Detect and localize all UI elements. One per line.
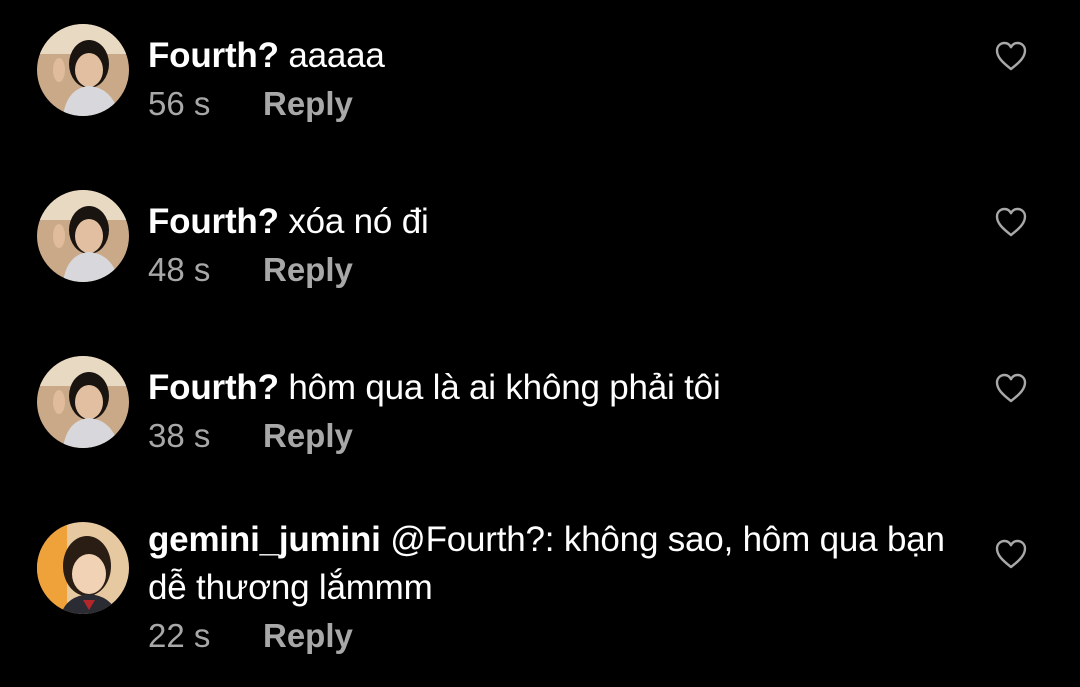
reply-button[interactable]: Reply (263, 248, 353, 292)
like-button[interactable] (994, 372, 1028, 404)
comment-text: gemini_jumini @Fourth?: không sao, hôm q… (148, 516, 948, 612)
comment-username[interactable]: Fourth? (148, 36, 279, 75)
comment-message: xóa nó đi (288, 202, 429, 241)
comment-text: Fourth? aaaaa (148, 32, 948, 80)
avatar-photo-icon (37, 190, 129, 282)
comment-meta: 48 s Reply (148, 248, 948, 292)
avatar[interactable] (37, 356, 129, 448)
comment-message: hôm qua là ai không phải tôi (288, 368, 721, 407)
comment-username[interactable]: gemini_jumini (148, 520, 381, 559)
reply-button[interactable]: Reply (263, 414, 353, 458)
like-button[interactable] (994, 40, 1028, 72)
comment-username[interactable]: Fourth? (148, 368, 279, 407)
comment-text: Fourth? xóa nó đi (148, 198, 948, 246)
comment-timestamp: 48 s (148, 251, 211, 288)
reply-button[interactable]: Reply (263, 82, 353, 126)
comment-meta: 22 s Reply (148, 614, 948, 658)
comment-text: Fourth? hôm qua là ai không phải tôi (148, 364, 948, 412)
like-button[interactable] (994, 206, 1028, 238)
comment-username[interactable]: Fourth? (148, 202, 279, 241)
comment-timestamp: 56 s (148, 85, 211, 122)
heart-outline-icon (995, 373, 1027, 403)
comment-timestamp: 38 s (148, 417, 211, 454)
comment-message: aaaaa (288, 36, 385, 75)
avatar-photo-icon (37, 522, 129, 614)
avatar-photo-icon (37, 24, 129, 116)
heart-outline-icon (995, 539, 1027, 569)
avatar[interactable] (37, 24, 129, 116)
avatar[interactable] (37, 190, 129, 282)
heart-outline-icon (995, 41, 1027, 71)
avatar-photo-icon (37, 356, 129, 448)
reply-button[interactable]: Reply (263, 614, 353, 658)
like-button[interactable] (994, 538, 1028, 570)
comment-meta: 38 s Reply (148, 414, 948, 458)
comment-meta: 56 s Reply (148, 82, 948, 126)
heart-outline-icon (995, 207, 1027, 237)
avatar[interactable] (37, 522, 129, 614)
comment-timestamp: 22 s (148, 617, 211, 654)
